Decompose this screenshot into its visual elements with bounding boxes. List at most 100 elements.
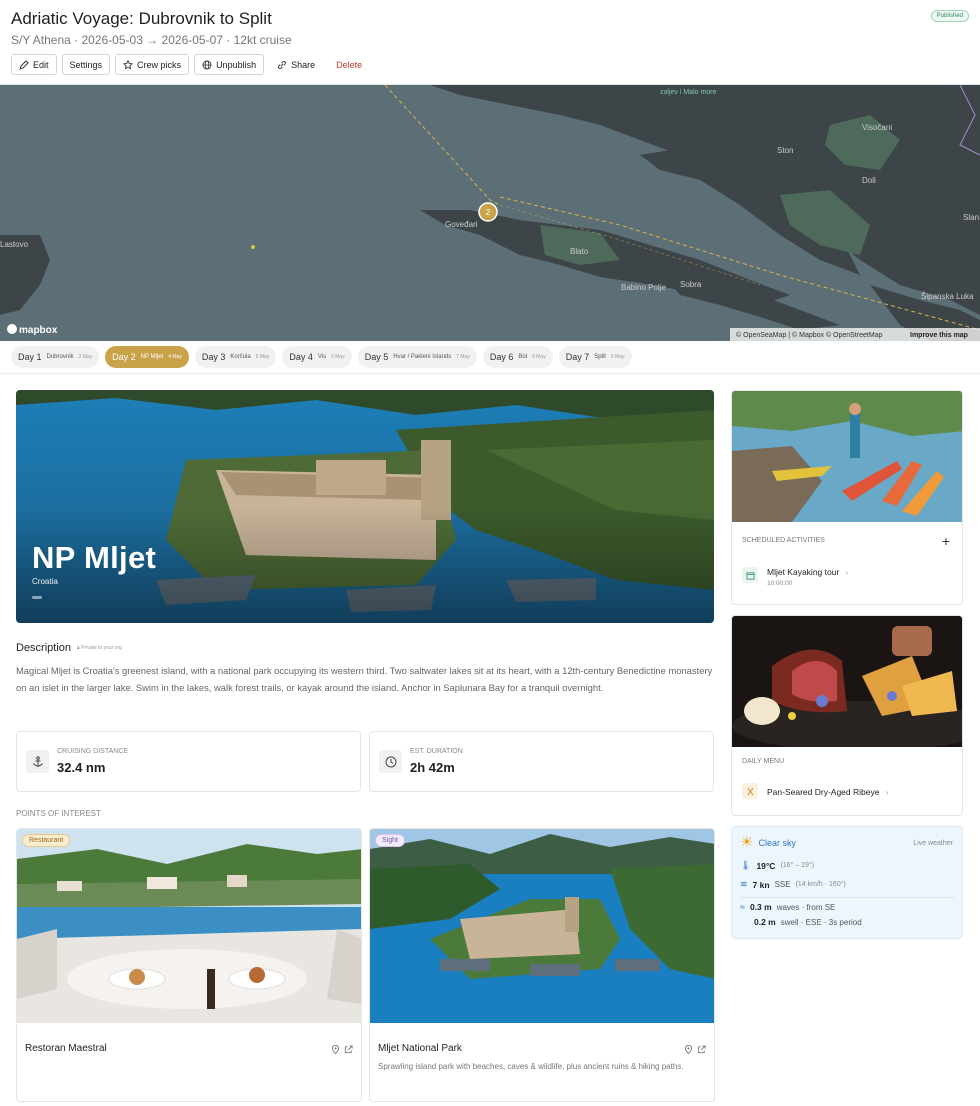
unpublish-button[interactable]: Unpublish: [194, 54, 265, 75]
wind-row: ≋ 7 kn SSE (14 km/h · 160°): [740, 879, 846, 890]
map-attribution: © OpenSeaMap | © Mapbox © OpenStreetMap: [736, 331, 883, 339]
day-tab-location: Bol: [518, 354, 528, 360]
day-tab-date: 3 May: [78, 354, 93, 360]
page-header: Adriatic Voyage: Dubrovnik to Split S/Y …: [0, 0, 980, 85]
mapbox-logo: mapbox: [19, 325, 58, 336]
temperature: 19°C: [756, 860, 776, 871]
day-tab-label: Day 2: [112, 352, 136, 362]
day-tab-label: Day 4: [289, 352, 313, 362]
cruising-distance-card: Cruising distance 32.4 nm: [16, 731, 361, 792]
link-icon: [278, 60, 286, 69]
poi-card-sight[interactable]: Sight Mljet National Park Sprawling isla…: [369, 828, 715, 1102]
poi-name: Restoran Maestral: [25, 1043, 107, 1054]
activities-heading: Scheduled activities: [742, 537, 825, 544]
poi-actions: [684, 1041, 706, 1059]
chevron-right-icon: ›: [845, 567, 849, 577]
day-tab-date: 4 May: [168, 354, 182, 360]
route-map[interactable]: 2 zaljev i Malo more Visočani Ston Doli …: [0, 85, 980, 341]
crew-picks-label: Crew picks: [137, 59, 182, 70]
map-label-sipanska-luka: Šipanska Luka: [921, 292, 974, 301]
external-link-icon[interactable]: [344, 1041, 353, 1059]
weather-condition: Clear sky: [758, 838, 796, 848]
lock-icon: 🔒︎: [77, 645, 80, 651]
mapbox-logo-icon: [7, 324, 17, 334]
wind-icon: ≋: [740, 879, 748, 889]
poi-name: Mljet National Park: [378, 1043, 462, 1054]
weather-divider: [740, 897, 954, 898]
menu-heading: Daily menu: [742, 758, 785, 765]
settings-button[interactable]: Settings: [61, 54, 111, 75]
wind-direction: SSE: [774, 880, 791, 889]
map-label-visocani: Visočani: [862, 123, 892, 132]
activity-name: Mljet Kayaking tour: [767, 567, 840, 577]
map-label-malo-more: zaljev i Malo more: [660, 89, 717, 96]
day-tab[interactable]: Day 5 Hvar / Pakleni Islands 7 May: [357, 346, 477, 368]
toolbar: Edit Settings Crew picks Unpublish Share…: [11, 54, 371, 75]
weather-card: ☀ Clear sky Live weather 🌡︎ 19°C (16° – …: [731, 826, 963, 939]
map-label-blato: Blato: [570, 247, 589, 256]
day-tab[interactable]: Day 6 Bol 8 May: [482, 346, 553, 368]
wind-detail: (14 km/h · 160°): [795, 881, 846, 888]
day-tab[interactable]: Day 7 Split 9 May: [558, 346, 632, 368]
map-label-slan: Slan: [963, 213, 979, 222]
clock-icon: [379, 750, 402, 773]
restaurant-photo: [17, 829, 361, 1023]
map-pin-icon[interactable]: [331, 1041, 340, 1059]
pencil-icon: [19, 59, 29, 70]
national-park-photo: [370, 829, 714, 1023]
swell-height: 0.2 m: [754, 917, 776, 927]
crew-picks-button[interactable]: Crew picks: [115, 54, 190, 75]
delete-label: Delete: [336, 59, 363, 70]
day-tab[interactable]: Day 2 NP Mljet 4 May: [105, 346, 189, 368]
day-tab-date: 7 May: [456, 354, 470, 360]
globe-icon: [202, 60, 212, 69]
edit-label: Edit: [33, 59, 49, 70]
day-tab-date: 6 May: [331, 354, 345, 360]
ribeye-photo: [732, 616, 962, 751]
menu-item-name: Pan-Seared Dry-Aged Ribeye: [767, 787, 880, 797]
poi-card-restaurant[interactable]: Restaurant Restoran Maestral: [16, 828, 362, 1102]
menu-item[interactable]: Pan-Seared Dry-Aged Ribeye ›: [767, 787, 888, 797]
map-point-icon: [251, 245, 255, 249]
share-button[interactable]: Share: [269, 54, 324, 75]
page-subtitle: S/Y Athena · 2026-05-03 → 2026-05-07 · 1…: [11, 33, 292, 47]
status-badge: Published: [930, 10, 969, 22]
carousel-dots[interactable]: [32, 596, 42, 599]
poi-heading: POINTS OF INTEREST: [16, 809, 101, 818]
weather-condition-row: ☀ Clear sky: [740, 835, 796, 850]
map-label-sobra: Sobra: [680, 280, 702, 289]
star-icon: [123, 59, 134, 70]
improve-map-link[interactable]: Improve this map: [910, 332, 968, 339]
day-tab-location: Hvar / Pakleni Islands: [393, 354, 452, 360]
description-text: Magical Mljet is Croatia's greenest isla…: [16, 665, 713, 693]
day-tab-label: Day 7: [565, 352, 590, 362]
route-marker-number: 2: [486, 208, 491, 217]
poi-tag-restaurant: Restaurant: [22, 834, 71, 847]
day-tabs: Day 1 Dubrovnik 3 May Day 2 NP Mljet 4 May Day…: [0, 341, 980, 374]
duration-label: Est. duration: [410, 748, 463, 755]
day-tab-location: Dubrovnik: [46, 354, 74, 360]
map-pin-icon[interactable]: [684, 1041, 693, 1059]
page-title: Adriatic Voyage: Dubrovnik to Split: [11, 9, 272, 28]
temperature-row: 🌡︎ 19°C (16° – 19°): [740, 860, 814, 871]
edit-button[interactable]: Edit: [11, 54, 57, 75]
description-heading: Description 🔒︎ Private to your org: [16, 642, 122, 654]
day-tab-label: Day 3: [201, 352, 226, 362]
activity-item[interactable]: Mljet Kayaking tour ›: [767, 567, 848, 577]
delete-button[interactable]: Delete: [328, 54, 371, 75]
map-label-govedari: Goveđari: [445, 220, 478, 229]
day-tab[interactable]: Day 3 Korčula 5 May: [194, 346, 277, 368]
external-link-icon[interactable]: [697, 1041, 706, 1059]
chevron-right-icon: ›: [885, 787, 889, 797]
swell-detail: swell · ESE · 3s period: [780, 917, 862, 927]
privacy-label: Private to your org: [81, 645, 122, 651]
poi-description: Sprawling island park with beaches, cave…: [378, 1062, 684, 1071]
day-tab-date: 8 May: [532, 354, 546, 360]
day-tab[interactable]: Day 1 Dubrovnik 3 May: [11, 346, 100, 368]
day-tab[interactable]: Day 4 Vis 6 May: [282, 346, 352, 368]
hero-title: NP Mljet: [32, 540, 157, 575]
waves-detail: waves · from SE: [776, 902, 836, 912]
description-title: Description: [16, 642, 72, 654]
day-tab-location: Vis: [317, 354, 327, 360]
add-activity-icon[interactable]: +: [942, 533, 950, 549]
